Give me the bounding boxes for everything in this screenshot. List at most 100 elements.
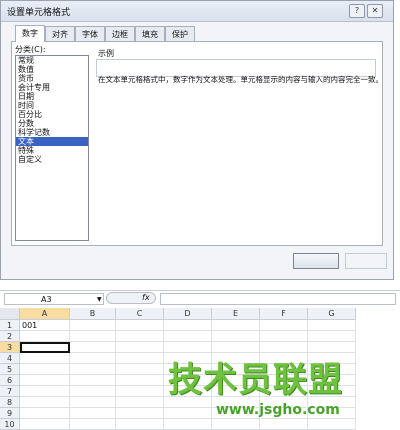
grid-cell[interactable] <box>20 331 70 342</box>
cancel-button[interactable] <box>345 253 387 269</box>
tab-number[interactable]: 数字 <box>15 25 45 42</box>
grid-cell[interactable] <box>20 364 70 375</box>
column-header-a[interactable]: A <box>20 308 70 320</box>
grid-cell[interactable] <box>20 397 70 408</box>
grid-cell[interactable] <box>70 375 116 386</box>
grid-cell[interactable] <box>20 419 70 430</box>
row-header-10[interactable]: 10 <box>0 419 20 430</box>
category-time[interactable]: 时间 <box>16 101 88 110</box>
tab-alignment[interactable]: 对齐 <box>45 26 75 41</box>
format-description: 在文本单元格格式中，数字作为文本处理。单元格显示的内容与输入的内容完全一致。 <box>98 75 383 84</box>
category-label: 分类(C): <box>15 45 46 54</box>
category-custom[interactable]: 自定义 <box>16 155 88 164</box>
category-percentage[interactable]: 百分比 <box>16 110 88 119</box>
grid-cell[interactable] <box>308 320 356 331</box>
grid-cell[interactable] <box>116 397 164 408</box>
sample-group: 示例 <box>96 48 378 77</box>
row-header-3[interactable]: 3 <box>0 342 20 353</box>
grid-cell[interactable] <box>70 397 116 408</box>
row-header-2[interactable]: 2 <box>0 331 20 342</box>
grid-cell[interactable] <box>260 331 308 342</box>
grid-cell[interactable] <box>308 419 356 430</box>
category-list[interactable]: 常规 数值 货币 会计专用 日期 时间 百分比 分数 科学记数 文本 特殊 自定… <box>15 55 89 241</box>
ok-button[interactable] <box>293 253 339 269</box>
grid-cell[interactable] <box>70 342 116 353</box>
tab-protection[interactable]: 保护 <box>165 26 195 41</box>
grid-cell[interactable] <box>116 408 164 419</box>
row-header-5[interactable]: 5 <box>0 364 20 375</box>
grid-cell[interactable] <box>164 331 212 342</box>
sample-label: 示例 <box>98 49 114 58</box>
grid-cell[interactable] <box>212 419 260 430</box>
close-button[interactable]: ✕ <box>367 4 383 18</box>
grid-cell[interactable] <box>116 386 164 397</box>
grid-cell[interactable] <box>20 353 70 364</box>
grid-cell[interactable] <box>116 342 164 353</box>
formula-controls: fx <box>106 292 160 305</box>
grid-cell[interactable] <box>20 386 70 397</box>
row-header-1[interactable]: 1 <box>0 320 20 331</box>
grid-cell[interactable] <box>116 331 164 342</box>
column-header-g[interactable]: G <box>308 308 356 320</box>
grid-cell[interactable] <box>20 375 70 386</box>
tab-fill[interactable]: 填充 <box>135 26 165 41</box>
column-header-c[interactable]: C <box>116 308 164 320</box>
grid-cell[interactable] <box>212 331 260 342</box>
help-button[interactable]: ? <box>349 4 365 18</box>
category-currency[interactable]: 货币 <box>16 74 88 83</box>
row-header-7[interactable]: 7 <box>0 386 20 397</box>
cell-a1[interactable]: 001 <box>20 320 70 331</box>
column-header-f[interactable]: F <box>260 308 308 320</box>
watermark-logo-text: 技术员联盟 <box>168 360 343 400</box>
active-cell-a3[interactable] <box>20 342 70 353</box>
grid-cell[interactable] <box>308 331 356 342</box>
grid-cell[interactable] <box>116 364 164 375</box>
grid-cell[interactable] <box>70 419 116 430</box>
tab-font[interactable]: 字体 <box>75 26 105 41</box>
grid-cell[interactable] <box>70 408 116 419</box>
dialog-titlebar[interactable]: 设置单元格格式 ? ✕ <box>1 1 393 22</box>
dialog-title: 设置单元格格式 <box>7 8 71 18</box>
category-general[interactable]: 常规 <box>16 56 88 65</box>
column-header-b[interactable]: B <box>70 308 116 320</box>
grid-cell[interactable] <box>212 320 260 331</box>
formula-bar[interactable] <box>160 293 396 305</box>
row-header-9[interactable]: 9 <box>0 408 20 419</box>
grid-cell[interactable] <box>70 364 116 375</box>
category-special[interactable]: 特殊 <box>16 146 88 155</box>
category-text[interactable]: 文本 <box>16 137 88 146</box>
number-tab-panel: 分类(C): 常规 数值 货币 会计专用 日期 时间 百分比 分数 科学记数 文… <box>11 41 383 246</box>
grid-cell[interactable] <box>70 320 116 331</box>
category-scientific[interactable]: 科学记数 <box>16 128 88 137</box>
fx-icon[interactable]: fx <box>142 292 150 304</box>
watermark-url: www.jsgho.com <box>216 402 340 418</box>
row-header-8[interactable]: 8 <box>0 397 20 408</box>
grid-cell[interactable] <box>260 320 308 331</box>
grid-cell[interactable] <box>260 419 308 430</box>
grid-cell[interactable] <box>164 419 212 430</box>
select-all-corner[interactable] <box>0 308 20 320</box>
column-header-e[interactable]: E <box>212 308 260 320</box>
grid-cell[interactable] <box>164 320 212 331</box>
category-number[interactable]: 数值 <box>16 65 88 74</box>
name-box[interactable]: A3 ▼ <box>4 293 104 305</box>
grid-cell[interactable] <box>116 353 164 364</box>
grid-cell[interactable] <box>70 353 116 364</box>
grid-cell[interactable] <box>70 386 116 397</box>
chevron-down-icon[interactable]: ▼ <box>97 294 102 305</box>
grid-cell[interactable] <box>116 320 164 331</box>
format-cells-dialog: 设置单元格格式 ? ✕ 数字 对齐 字体 边框 填充 保护 分类(C): 常规 … <box>0 0 394 280</box>
category-fraction[interactable]: 分数 <box>16 119 88 128</box>
row-header-4[interactable]: 4 <box>0 353 20 364</box>
grid-cell[interactable] <box>116 419 164 430</box>
grid-cell[interactable] <box>164 408 212 419</box>
row-header-6[interactable]: 6 <box>0 375 20 386</box>
grid-cell[interactable] <box>116 375 164 386</box>
grid-cell[interactable] <box>20 408 70 419</box>
category-date[interactable]: 日期 <box>16 92 88 101</box>
column-header-d[interactable]: D <box>164 308 212 320</box>
name-box-value: A3 <box>41 295 52 304</box>
tab-border[interactable]: 边框 <box>105 26 135 41</box>
grid-cell[interactable] <box>70 331 116 342</box>
category-accounting[interactable]: 会计专用 <box>16 83 88 92</box>
